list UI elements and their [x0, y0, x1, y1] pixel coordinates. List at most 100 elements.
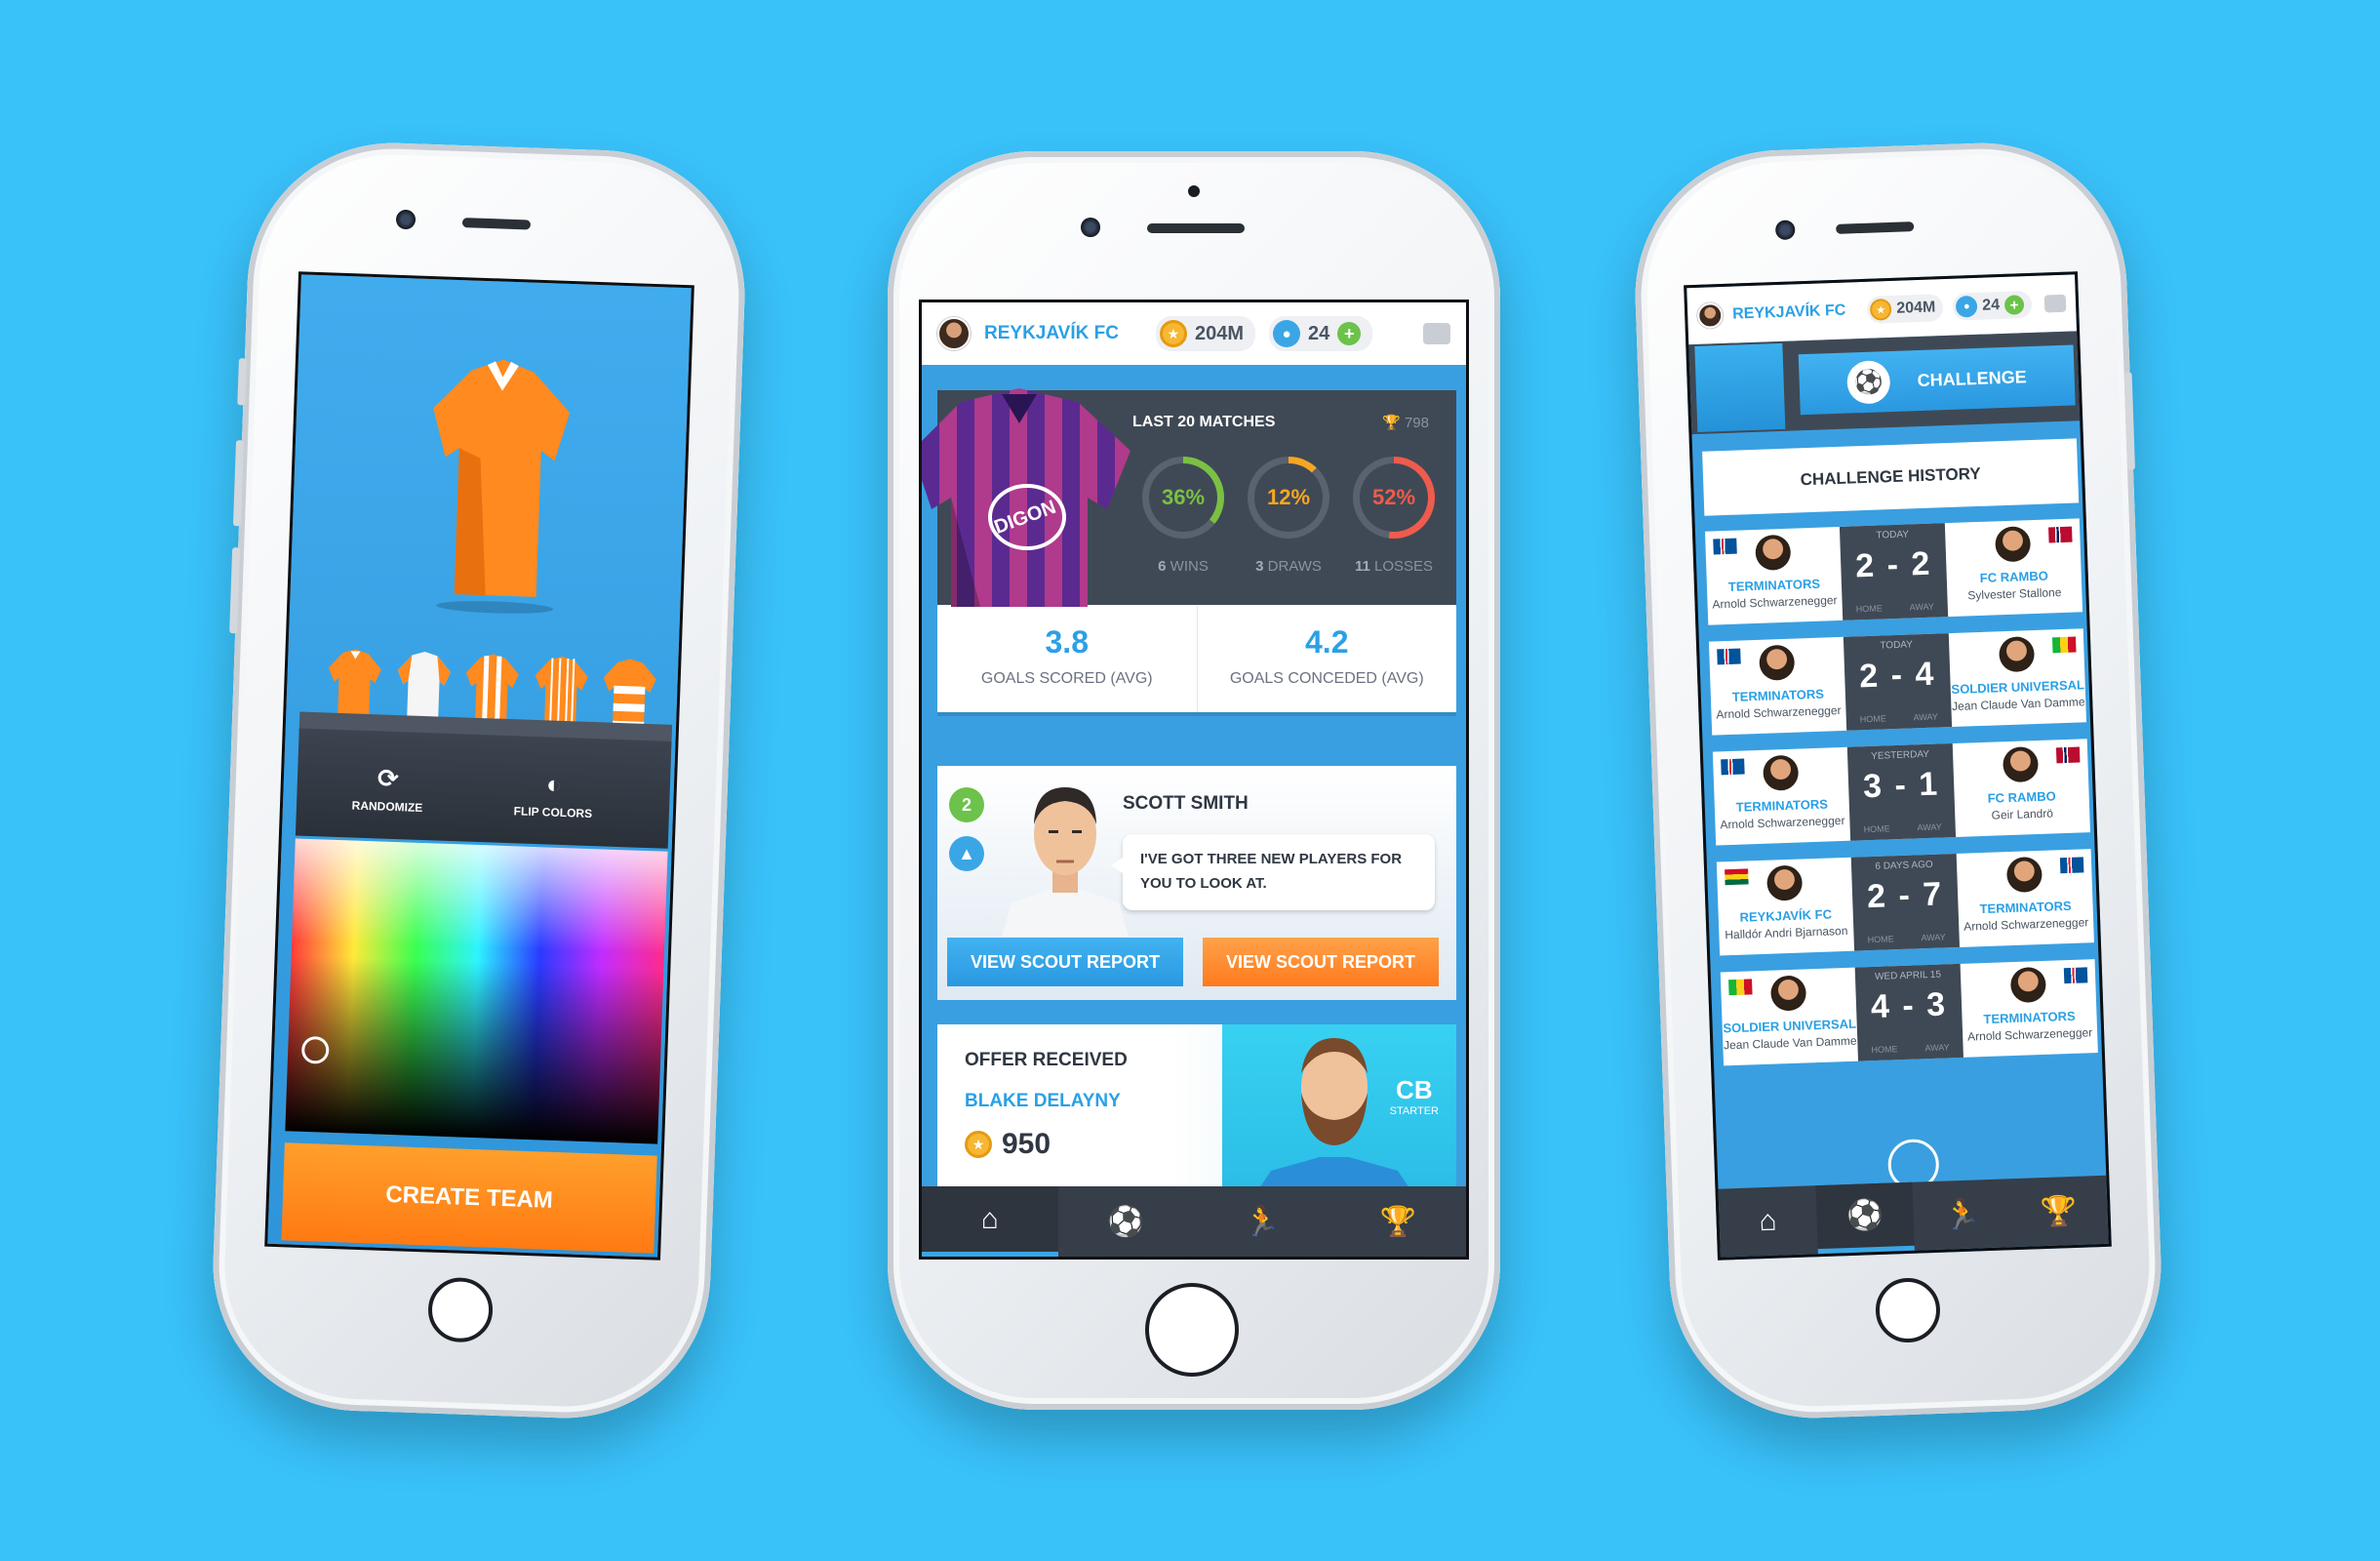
volume-down — [229, 547, 241, 634]
coins-counter[interactable]: ★ 204M — [1866, 294, 1944, 324]
away-manager-avatar — [2005, 856, 2043, 894]
wins-label: 6 WINS — [1158, 558, 1209, 575]
match-row[interactable]: TERMINATORS Arnold Schwarzenegger YESTERDA… — [1712, 739, 2090, 846]
match-row[interactable]: REYKJAVÍK FC Halldór Andri Bjarnason 6 DAY… — [1716, 849, 2094, 956]
draws-label: 3 DRAWS — [1255, 558, 1322, 575]
player-icon: ● — [1272, 320, 1300, 347]
flip-colors-button[interactable]: ◐ FLIP COLORS — [499, 768, 609, 821]
home-manager-avatar — [1755, 534, 1792, 571]
color-spectrum-picker[interactable] — [285, 838, 668, 1144]
draws-percent: 12% — [1254, 463, 1323, 532]
away-manager-name: Arnold Schwarzenegger — [1966, 1025, 2093, 1044]
match-score-panel: TODAY 2 - 2 HOME AWAY — [1839, 523, 1949, 620]
challenge-button[interactable]: ⚽ CHALLENGE — [1798, 344, 2076, 416]
home-club-name: TERMINATORS — [1735, 796, 1829, 815]
chat-icon[interactable] — [2043, 294, 2067, 313]
home-flag-icon — [1713, 538, 1737, 555]
match-date: TODAY — [1880, 639, 1914, 652]
view-scout-report-button[interactable]: VIEW SCOUT REPORT — [947, 938, 1183, 986]
coin-star-icon: ★ — [965, 1131, 992, 1158]
match-row[interactable]: TERMINATORS Arnold Schwarzenegger TODAY 2 -… — [1704, 518, 2083, 625]
kick-ball-icon: ⚽ — [1845, 360, 1891, 405]
away-manager-avatar — [1998, 636, 2036, 673]
running-player-icon: 🏃 — [1244, 1205, 1281, 1238]
add-players-icon[interactable]: + — [1337, 322, 1362, 345]
last-matches-panel: DIGON LAST 20 MATCHES 🏆 798 36% 12% 52% … — [922, 388, 1456, 607]
home-side: TERMINATORS Arnold Schwarzenegger — [1709, 637, 1846, 736]
match-date: WED APRIL 15 — [1874, 969, 1942, 982]
manager-avatar[interactable] — [937, 317, 971, 350]
home-manager-avatar — [1763, 754, 1800, 791]
wins-ring: 36% — [1142, 457, 1224, 539]
coin-star-icon: ★ — [1869, 298, 1892, 321]
tab-challenge[interactable]: ⚽ — [1058, 1186, 1195, 1257]
home-icon: ⌂ — [980, 1202, 999, 1235]
home-away-labels: HOME AWAY — [1863, 821, 1942, 835]
home-manager-name: Arnold Schwarzenegger — [1720, 813, 1845, 832]
away-manager-name: Geir Landrö — [1991, 806, 2054, 822]
last-matches-title: LAST 20 MATCHES — [1132, 414, 1276, 430]
match-score: 2 - 4 — [1858, 655, 1936, 696]
match-row[interactable]: TERMINATORS Arnold Schwarzenegger TODAY 2 -… — [1708, 628, 2087, 736]
home-side: SOLDIER UNIVERSAL Jean Claude Van Damme — [1721, 968, 1858, 1066]
team-name[interactable]: REYKJAVÍK FC — [984, 323, 1119, 344]
home-side: TERMINATORS Arnold Schwarzenegger — [1705, 527, 1843, 625]
tab-challenge[interactable]: ⚽ — [1814, 1181, 1915, 1255]
randomize-button[interactable]: ⟳ RANDOMIZE — [334, 762, 443, 816]
home-away-labels: HOME AWAY — [1859, 711, 1938, 725]
players-counter[interactable]: ● 24 + — [1268, 316, 1373, 351]
tab-training[interactable]: 🏃 — [1912, 1179, 2011, 1250]
front-camera — [395, 209, 416, 230]
team-jersey-illustration: DIGON — [922, 388, 1130, 607]
match-row[interactable]: SOLDIER UNIVERSAL Jean Claude Van Damme WE… — [1720, 959, 2098, 1066]
player-position-badge: CB STARTER — [1389, 1075, 1439, 1117]
away-manager-name: Sylvester Stallone — [1967, 585, 2062, 603]
offer-player-name: BLAKE DELAYNY — [965, 1091, 1121, 1111]
away-side: TERMINATORS Arnold Schwarzenegger — [1957, 849, 2094, 947]
home-club-name: TERMINATORS — [1727, 576, 1821, 594]
coins-counter[interactable]: ★ 204M — [1155, 316, 1255, 351]
tab-home[interactable]: ⌂ — [1718, 1185, 1817, 1257]
trophy-count: 🏆 798 — [1382, 415, 1429, 431]
view-scout-report-button-alt[interactable]: VIEW SCOUT REPORT — [1203, 938, 1439, 986]
tab-training[interactable]: 🏃 — [1194, 1186, 1330, 1257]
chat-icon[interactable] — [1423, 323, 1450, 344]
match-score: 2 - 2 — [1854, 544, 1932, 585]
away-flag-icon — [2051, 636, 2077, 654]
running-player-icon: 🏃 — [1943, 1197, 1981, 1232]
phone-challenge-history: REYKJAVÍK FC ★ 204M ● 24 + ⚽ CHALLENGE C… — [1630, 138, 2166, 1423]
player-icon: ● — [1955, 295, 1978, 318]
selected-kit-preview — [433, 359, 571, 614]
home-manager-name: Jean Claude Van Damme — [1723, 1033, 1857, 1053]
manager-avatar[interactable] — [1696, 301, 1724, 329]
home-manager-name: Halldór Andri Bjarnason — [1725, 923, 1848, 942]
create-team-button[interactable]: CREATE TEAM — [281, 1142, 657, 1254]
away-club-name: FC RAMBO — [1979, 568, 2049, 585]
challenge-history-screen: REYKJAVÍK FC ★ 204M ● 24 + ⚽ CHALLENGE C… — [1684, 271, 2112, 1261]
away-flag-icon — [2063, 967, 2088, 984]
mute-switch — [237, 358, 247, 406]
home-side: TERMINATORS Arnold Schwarzenegger — [1713, 747, 1850, 846]
bottom-tab-bar: ⌂ ⚽ 🏃 🏆 — [922, 1186, 1466, 1257]
players-counter[interactable]: ● 24 + — [1952, 290, 2033, 321]
top-bar: REYKJAVÍK FC ★ 204M ● 24 + — [922, 302, 1466, 365]
goals-scored: 3.8 GOALS SCORED (AVG) — [980, 624, 1153, 687]
upgrade-arrow-icon[interactable]: ▲ — [949, 836, 984, 871]
away-manager-avatar — [2009, 966, 2047, 1004]
match-score: 3 - 1 — [1862, 765, 1940, 806]
home-button — [426, 1276, 495, 1343]
home-manager-name: Arnold Schwarzenegger — [1716, 703, 1842, 722]
tab-trophies[interactable]: 🏆 — [1330, 1186, 1467, 1257]
tab-home[interactable]: ⌂ — [922, 1186, 1058, 1257]
losses-ring: 52% — [1353, 457, 1435, 539]
add-players-icon[interactable]: + — [2003, 295, 2025, 315]
home-screen: REYKJAVÍK FC ★ 204M ● 24 + DIGON LAST 20… — [919, 300, 1469, 1260]
home-manager-avatar — [1765, 864, 1804, 901]
away-manager-avatar — [1994, 526, 2032, 563]
wins-percent: 36% — [1149, 463, 1217, 532]
match-score-panel: TODAY 2 - 4 HOME AWAY — [1843, 633, 1953, 731]
team-name[interactable]: REYKJAVÍK FC — [1732, 302, 1846, 324]
offer-card[interactable]: OFFER RECEIVED BLAKE DELAYNY ★ 950 CB ST… — [937, 1024, 1456, 1200]
scout-name: SCOTT SMITH — [1123, 793, 1249, 814]
tab-trophies[interactable]: 🏆 — [2009, 1176, 2109, 1247]
